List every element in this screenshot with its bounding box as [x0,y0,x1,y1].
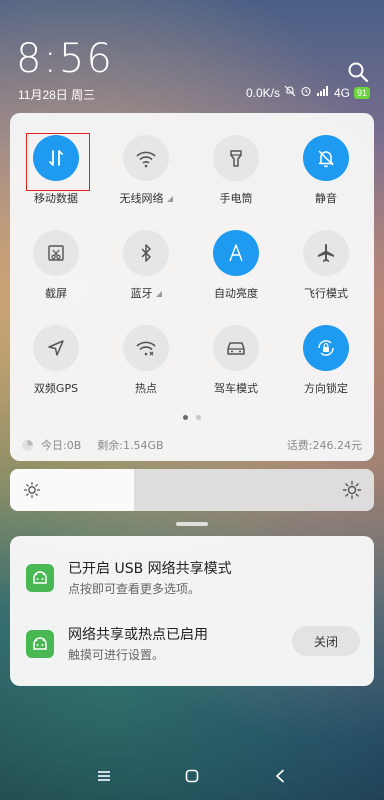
tile-label: 蓝牙 [131,285,162,301]
signal-icon [316,85,330,100]
hotspot-icon [123,325,169,371]
battery-icon: 91 [353,86,370,99]
search-icon[interactable] [346,60,370,84]
rotation-lock-icon [303,325,349,371]
expand-indicator-icon [166,196,173,202]
notification-card: 已开启 USB 网络共享模式 点按即可查看更多选项。 网络共享或热点已启用 触摸… [10,536,374,686]
tile-hotspot[interactable]: 热点 [106,325,186,396]
back-icon[interactable] [264,760,296,792]
data-today: 今日:0B [41,439,82,452]
notification-hotspot[interactable]: 网络共享或热点已启用 触摸可进行设置。 关闭 [26,624,360,670]
tile-bluetooth[interactable]: 蓝牙 [106,230,186,301]
network-type: 4G [333,85,350,100]
android-app-icon [26,564,54,592]
highlight-box [26,133,90,191]
data-remaining: 剩余:1.54GB [97,439,164,452]
notification-usb-tethering[interactable]: 已开启 USB 网络共享模式 点按即可查看更多选项。 [26,558,360,604]
tile-gps[interactable]: 双频GPS [16,325,96,396]
data-usage-icon [22,439,33,451]
tile-label: 双频GPS [33,382,79,395]
tile-label: 手电筒 [219,192,253,205]
date-label: 11月28日 周三 [18,88,96,102]
wifi-icon [123,135,169,181]
tile-airplane[interactable]: 飞行模式 [286,230,366,301]
network-speed: 0.0K/s [245,85,280,100]
tile-label: 热点 [135,382,157,395]
expand-indicator-icon [155,291,162,297]
notification-title: 网络共享或热点已启用 [68,627,208,643]
tile-flashlight[interactable]: 手电筒 [196,135,276,206]
tile-wifi[interactable]: 无线网络 [106,135,186,206]
car-icon [213,325,259,371]
tile-label: 截屏 [45,287,67,300]
tile-label: 移动数据 [34,192,78,205]
tile-label: 驾车模式 [214,382,258,395]
brightness-high-icon [342,480,362,500]
tile-rotation-lock[interactable]: 方向锁定 [286,325,366,396]
tile-mute[interactable]: 静音 [286,135,366,206]
tile-label: 无线网络 [120,190,173,206]
notification-title: 已开启 USB 网络共享模式 [68,561,232,577]
data-usage-row[interactable]: 今日:0B 剩余:1.54GB 话费:246.24元 [22,437,362,453]
tile-label: 静音 [315,192,337,205]
gps-icon [33,325,79,371]
android-app-icon [26,630,54,658]
page-dot [183,415,188,420]
airplane-icon [303,230,349,276]
home-icon[interactable] [176,760,208,792]
auto-brightness-icon [213,230,259,276]
brightness-slider[interactable] [10,469,374,511]
bluetooth-icon [123,230,169,276]
menu-icon[interactable] [88,760,120,792]
phone-fee: 话费:246.24元 [286,439,362,452]
mute-status-icon [284,85,296,100]
close-hotspot-button[interactable]: 关闭 [292,626,360,656]
status-bar-right: 0.0K/s 4G 91 [246,85,370,100]
screenshot-icon [33,230,79,276]
drag-handle[interactable] [176,522,208,526]
page-indicator [10,415,374,420]
page-dot [196,415,201,420]
flashlight-icon [213,135,259,181]
tile-screenshot[interactable]: 截屏 [16,230,96,301]
tile-driving-mode[interactable]: 驾车模式 [196,325,276,396]
notification-subtitle: 点按即可查看更多选项。 [68,582,201,596]
tile-label: 方向锁定 [304,382,348,395]
notification-subtitle: 触摸可进行设置。 [68,648,165,662]
mute-bell-icon [303,135,349,181]
brightness-low-icon [23,481,41,499]
tile-label: 自动亮度 [214,287,258,300]
tile-auto-brightness[interactable]: 自动亮度 [196,230,276,301]
tile-label: 飞行模式 [304,287,348,300]
clock-time: 8:56 [16,36,114,82]
navigation-bar [0,752,384,800]
alarm-icon [300,85,312,100]
